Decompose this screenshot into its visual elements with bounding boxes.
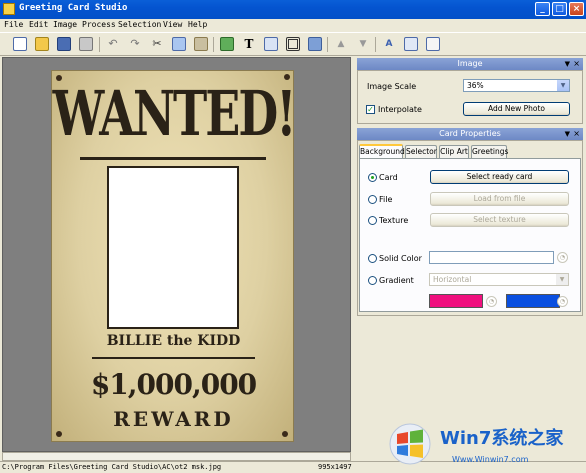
menu-image[interactable]: Image <box>53 20 77 29</box>
select-texture-button[interactable]: Select texture <box>430 213 569 227</box>
solid-color-radio[interactable] <box>368 254 377 263</box>
close-button[interactable]: × <box>569 2 584 16</box>
chevron-down-icon[interactable]: ▼ <box>556 274 568 285</box>
save-icon[interactable] <box>57 37 71 51</box>
title-bar: Greeting Card Studio _ □ × <box>0 0 586 19</box>
chevron-down-icon[interactable]: ▼ <box>557 80 569 91</box>
poster-reward: REWARD <box>113 407 234 431</box>
gradient-radio[interactable] <box>368 276 377 285</box>
tab-greetings[interactable]: Greetings <box>471 145 508 158</box>
color-picker-icon[interactable]: ◔ <box>557 252 568 263</box>
color-picker-icon[interactable]: ◔ <box>557 296 568 307</box>
poster-amount: $1,000,000 <box>90 368 257 401</box>
image-panel-header[interactable]: Image ▼ × <box>357 58 583 70</box>
nail-icon <box>282 431 288 437</box>
resize-icon[interactable] <box>404 37 418 51</box>
splitter[interactable] <box>351 57 355 461</box>
card-preview[interactable]: WANTED! BILLIE the KIDD $1,000,000 REWAR… <box>51 70 297 442</box>
menu-bar: File Edit Image Process Selection View H… <box>0 19 586 32</box>
image-scale-label: Image Scale <box>367 82 417 91</box>
close-icon[interactable]: × <box>573 128 580 140</box>
texture-label: Texture <box>379 216 409 225</box>
properties-icon[interactable] <box>426 37 440 51</box>
file-label: File <box>379 195 393 204</box>
collapse-icon[interactable]: ▼ <box>565 58 570 70</box>
windows-logo-icon <box>389 423 431 465</box>
image-icon[interactable] <box>220 37 234 51</box>
gradient-label: Gradient <box>379 276 414 285</box>
collapse-icon[interactable]: ▼ <box>565 128 570 140</box>
menu-edit[interactable]: Edit <box>29 20 48 29</box>
watermark-url: Www.Winwin7.com <box>452 455 529 464</box>
card-panel-header[interactable]: Card Properties ▼ × <box>357 128 583 140</box>
load-from-file-button[interactable]: Load from file <box>430 192 569 206</box>
color-picker-icon[interactable]: ◔ <box>486 296 497 307</box>
text-effect-icon[interactable]: A <box>382 37 396 51</box>
close-icon[interactable]: × <box>573 58 580 70</box>
poster-headline: WANTED! <box>52 77 297 150</box>
effects-icon[interactable] <box>308 37 322 51</box>
toolbar-separator <box>99 37 100 52</box>
redo-icon[interactable]: ↷ <box>128 37 142 51</box>
frame-icon[interactable] <box>286 37 300 51</box>
menu-selection[interactable]: Selection <box>118 20 161 29</box>
status-path: C:\Program Files\Greeting Card Studio\AC… <box>2 463 222 471</box>
poster-name: BILLIE the KIDD <box>106 333 241 349</box>
nail-icon <box>56 431 62 437</box>
menu-process[interactable]: Process <box>82 20 116 29</box>
card-label: Card <box>379 173 398 182</box>
gradient-start-swatch[interactable] <box>429 294 483 308</box>
layout-icon[interactable] <box>264 37 278 51</box>
headline-rule <box>80 157 266 160</box>
tab-clip-art[interactable]: Clip Art <box>439 145 469 158</box>
tab-background[interactable]: Background <box>359 144 405 158</box>
flourish-divider <box>92 357 255 359</box>
photo-placeholder[interactable] <box>107 166 239 329</box>
undo-icon[interactable]: ↶ <box>106 37 120 51</box>
file-radio[interactable] <box>368 195 377 204</box>
toolbar: ↶ ↷ ✂ T ▲ ▼ A <box>0 32 586 56</box>
menu-view[interactable]: View <box>163 20 182 29</box>
tab-selector[interactable]: Selector <box>405 145 437 158</box>
card-radio[interactable] <box>368 173 377 182</box>
menu-help[interactable]: Help <box>188 20 207 29</box>
image-scale-value: 36% <box>467 81 484 90</box>
text-icon[interactable]: T <box>242 37 256 51</box>
paste-icon[interactable] <box>194 37 208 51</box>
gradient-direction-select[interactable]: Horizontal ▼ <box>429 273 569 286</box>
minimize-button[interactable]: _ <box>535 2 550 16</box>
toolbar-separator <box>375 37 376 52</box>
solid-color-field[interactable] <box>429 251 554 264</box>
interpolate-label: Interpolate <box>378 105 422 114</box>
status-size: 995x1497 <box>318 463 352 471</box>
solid-color-label: Solid Color <box>379 254 422 263</box>
toolbar-separator <box>327 37 328 52</box>
horizontal-scrollbar[interactable] <box>2 452 351 461</box>
image-panel-title: Image <box>457 59 483 68</box>
move-down-icon[interactable]: ▼ <box>356 37 370 51</box>
watermark-text: Win7系统之家 <box>440 428 564 449</box>
open-icon[interactable] <box>35 37 49 51</box>
toolbar-separator <box>213 37 214 52</box>
select-ready-card-button[interactable]: Select ready card <box>430 170 569 184</box>
gradient-direction-value: Horizontal <box>433 275 472 284</box>
interpolate-checkbox[interactable]: ✓ <box>366 105 375 114</box>
gradient-end-swatch[interactable] <box>506 294 560 308</box>
menu-file[interactable]: File <box>4 20 23 29</box>
maximize-button[interactable]: □ <box>552 2 567 16</box>
cut-icon[interactable]: ✂ <box>150 37 164 51</box>
texture-radio[interactable] <box>368 216 377 225</box>
window-title: Greeting Card Studio <box>19 3 128 13</box>
add-photo-button[interactable]: Add New Photo <box>463 102 570 116</box>
print-icon[interactable] <box>79 37 93 51</box>
move-up-icon[interactable]: ▲ <box>334 37 348 51</box>
app-icon <box>3 3 15 15</box>
card-panel-title: Card Properties <box>439 129 501 138</box>
image-scale-select[interactable]: 36% ▼ <box>463 79 570 92</box>
copy-icon[interactable] <box>172 37 186 51</box>
new-icon[interactable] <box>13 37 27 51</box>
